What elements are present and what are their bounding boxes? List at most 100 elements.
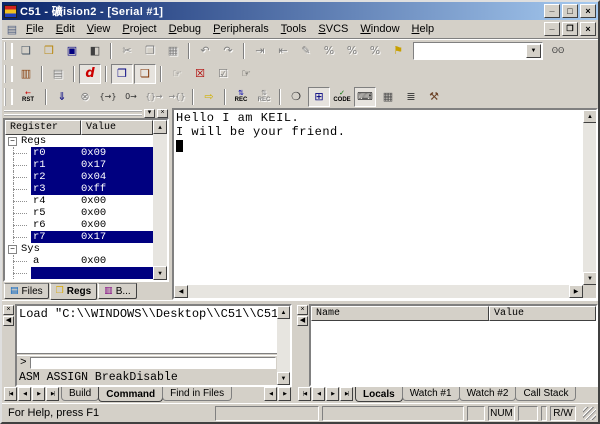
- find-text-combo[interactable]: ▼: [413, 42, 543, 60]
- project-window-gripper[interactable]: ▾ ×: [2, 108, 170, 118]
- show-next-statement-icon[interactable]: ⇨: [198, 87, 220, 107]
- tab-build[interactable]: Build: [61, 387, 99, 401]
- minimize-button[interactable]: _: [544, 4, 560, 18]
- register-row-r1[interactable]: r10x17: [5, 159, 153, 171]
- performance-analyzer-icon[interactable]: ≣: [400, 87, 422, 107]
- toolbar-gripper[interactable]: [4, 42, 11, 60]
- scroll-down-button[interactable]: ▼: [583, 272, 597, 285]
- tab-locals[interactable]: Locals: [355, 387, 403, 402]
- tab-b[interactable]: ▥B...: [98, 283, 137, 299]
- prev-tab-button[interactable]: ◀: [312, 387, 325, 401]
- register-row-r2[interactable]: r20x04: [5, 171, 153, 183]
- tabs-scroll-right-button[interactable]: ▶: [278, 387, 291, 401]
- tab-call-stack[interactable]: Call Stack: [515, 387, 576, 401]
- output-scrollbar[interactable]: ▲ ▼: [277, 306, 290, 385]
- serial-window[interactable]: Hello I am KEIL.I will be your friend. ▲…: [172, 108, 598, 300]
- collapse-icon[interactable]: −: [8, 245, 17, 254]
- register-row-r4[interactable]: r40x00: [5, 195, 153, 207]
- output-close-button[interactable]: ×: [3, 305, 14, 315]
- mdi-close-button[interactable]: ×: [580, 22, 596, 36]
- menu-project[interactable]: Project: [116, 21, 162, 37]
- first-tab-button[interactable]: |◀: [298, 387, 311, 401]
- first-tab-button[interactable]: |◀: [4, 387, 17, 401]
- register-row-r6[interactable]: r60x00: [5, 219, 153, 231]
- tabs-scroll-left-button[interactable]: ◀: [264, 387, 277, 401]
- goto-bookmark-flag-icon[interactable]: ⚑: [387, 41, 409, 61]
- output-window-icon[interactable]: ❏: [134, 64, 156, 84]
- pane-close-button[interactable]: ×: [157, 109, 168, 118]
- register-row-r7[interactable]: r70x17: [5, 231, 153, 243]
- register-scrollbar[interactable]: ▲ ▼: [153, 120, 167, 280]
- menu-peripherals[interactable]: Peripherals: [207, 21, 275, 37]
- watch-close-button[interactable]: ×: [297, 305, 308, 315]
- tab-files[interactable]: ▤Files: [4, 283, 49, 299]
- pane-menu-button[interactable]: ▾: [144, 109, 155, 118]
- run-icon[interactable]: ⇓: [51, 87, 73, 107]
- tab-watch-2[interactable]: Watch #2: [459, 387, 517, 401]
- step-over-icon[interactable]: 0→: [120, 87, 142, 107]
- disassembly-window-icon[interactable]: ❍: [285, 87, 307, 107]
- register-group-sys[interactable]: −Sys: [5, 243, 153, 255]
- scroll-left-button[interactable]: ◀: [174, 285, 188, 298]
- mdi-restore-button[interactable]: ❐: [562, 22, 578, 36]
- next-tab-button[interactable]: ▶: [32, 387, 45, 401]
- toolbox-icon[interactable]: ⚒: [423, 87, 445, 107]
- register-column-header[interactable]: Register: [5, 120, 81, 135]
- dropdown-arrow-icon[interactable]: ▼: [526, 44, 541, 58]
- collapse-icon[interactable]: −: [8, 137, 17, 146]
- prev-tab-button[interactable]: ◀: [18, 387, 31, 401]
- mdi-minimize-button[interactable]: _: [544, 22, 560, 36]
- serial-output[interactable]: Hello I am KEIL.I will be your friend.: [174, 110, 583, 285]
- command-log[interactable]: Load "C:\\WINDOWS\\Desktop\\C51\\C51: [17, 306, 277, 353]
- serial-window-icon[interactable]: ▤: [4, 22, 20, 36]
- menu-tools[interactable]: Tools: [275, 21, 313, 37]
- serial-vscrollbar[interactable]: ▲ ▼: [583, 110, 596, 285]
- enable-trace-icon[interactable]: ⇅REC: [230, 87, 252, 107]
- gripper-lines[interactable]: [4, 110, 142, 116]
- find-in-files-icon[interactable]: ʘʘ: [547, 41, 569, 61]
- maximize-button[interactable]: □: [562, 4, 578, 18]
- project-window-icon[interactable]: ❐: [111, 64, 133, 84]
- register-row-r5[interactable]: r50x00: [5, 207, 153, 219]
- tab-find-in-files[interactable]: Find in Files: [162, 387, 232, 401]
- toolbar-gripper[interactable]: [4, 65, 11, 83]
- last-tab-button[interactable]: ▶|: [340, 387, 353, 401]
- disable-all-breakpoints-icon[interactable]: ☞: [235, 64, 257, 84]
- scroll-down-button[interactable]: ▼: [153, 266, 167, 280]
- serial-window-icon[interactable]: ⌨: [354, 87, 376, 107]
- scroll-up-button[interactable]: ▲: [583, 110, 597, 123]
- step-into-icon[interactable]: {→}: [97, 87, 119, 107]
- command-input[interactable]: [30, 357, 276, 369]
- kill-all-breakpoints-icon[interactable]: ☒: [189, 64, 211, 84]
- value-column-header[interactable]: Value: [81, 120, 153, 135]
- close-button[interactable]: ×: [580, 4, 596, 18]
- scrollbar-track[interactable]: [277, 319, 290, 372]
- menu-window[interactable]: Window: [354, 21, 405, 37]
- tab-watch-1[interactable]: Watch #1: [402, 387, 460, 401]
- save-file-icon[interactable]: ▣: [61, 41, 83, 61]
- toolbar-gripper[interactable]: [4, 88, 11, 106]
- watch-rows[interactable]: [311, 321, 596, 385]
- register-row-r3[interactable]: r30xff: [5, 183, 153, 195]
- tab-command[interactable]: Command: [98, 387, 163, 402]
- code-coverage-icon[interactable]: ✓CODE: [331, 87, 353, 107]
- open-file-icon[interactable]: ❒: [38, 41, 60, 61]
- next-tab-button[interactable]: ▶: [326, 387, 339, 401]
- register-row-partial[interactable]: [5, 267, 153, 279]
- reset-cpu-icon[interactable]: ←RST: [15, 87, 41, 107]
- value-column-header[interactable]: Value: [489, 306, 596, 321]
- register-row-r0[interactable]: r00x09: [5, 147, 153, 159]
- serial-hscrollbar[interactable]: ◀ ▶: [174, 285, 583, 298]
- scrollbar-track[interactable]: [153, 134, 167, 266]
- scrollbar-track[interactable]: [583, 123, 596, 272]
- memory-window-icon[interactable]: ▦: [377, 87, 399, 107]
- scroll-down-button[interactable]: ▼: [277, 372, 290, 385]
- resize-grip[interactable]: [583, 407, 596, 420]
- last-tab-button[interactable]: ▶|: [46, 387, 59, 401]
- scroll-right-button[interactable]: ▶: [569, 285, 583, 298]
- tab-regs[interactable]: ❒Regs: [50, 283, 98, 300]
- device-database-icon[interactable]: ◧: [84, 41, 106, 61]
- scroll-up-button[interactable]: ▲: [277, 306, 290, 319]
- scroll-up-button[interactable]: ▲: [153, 120, 167, 134]
- register-row-a[interactable]: a0x00: [5, 255, 153, 267]
